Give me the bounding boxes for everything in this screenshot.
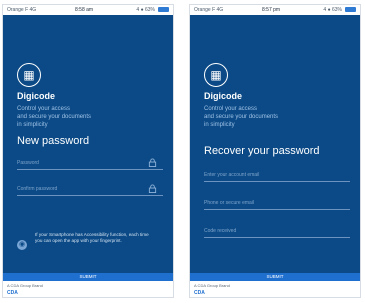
- secure-contact-field[interactable]: Phone or secure email: [204, 197, 350, 210]
- digicode-logo-icon: ▦: [17, 63, 41, 87]
- phone-screen-new-password: Orange F 4G 8:58 am 4 ● 63% ▦ Digicode C…: [2, 4, 174, 298]
- submit-button[interactable]: SUBMIT: [3, 273, 173, 281]
- app-name: Digicode: [204, 91, 243, 101]
- lock-icon: [148, 158, 157, 167]
- secure-contact-placeholder: Phone or secure email: [204, 200, 255, 206]
- confirm-password-field[interactable]: Confirm password: [17, 183, 163, 196]
- status-bar: Orange F 4G 8:57 pm 4 ● 63%: [190, 5, 360, 15]
- password-field[interactable]: Password: [17, 157, 163, 170]
- app-name: Digicode: [17, 91, 56, 101]
- cda-logo: CDA: [194, 290, 205, 296]
- tagline: Control your access and secure your docu…: [204, 106, 279, 128]
- status-bar: Orange F 4G 8:58 am 4 ● 63%: [3, 5, 173, 15]
- battery-label: 4 ● 63%: [136, 7, 155, 13]
- email-placeholder: Enter your account email: [204, 172, 260, 178]
- footer-group-label: A CDA Group Brand: [7, 283, 43, 288]
- clock: 8:58 am: [75, 7, 94, 13]
- footer-group-label: A CDA Group Brand: [194, 283, 230, 288]
- battery-icon: [158, 7, 169, 12]
- phone-screen-recover-password: Orange F 4G 8:57 pm 4 ● 63% ▦ Digicode C…: [189, 4, 361, 298]
- carrier-label: Orange F 4G: [194, 7, 224, 13]
- carrier-label: Orange F 4G: [7, 7, 37, 13]
- tagline: Control your access and secure your docu…: [17, 106, 92, 128]
- fingerprint-icon: ◉: [17, 240, 27, 250]
- lock-icon: [148, 184, 157, 193]
- confirm-password-placeholder: Confirm password: [17, 186, 58, 192]
- password-placeholder: Password: [17, 160, 39, 166]
- digicode-logo-icon: ▦: [204, 63, 228, 87]
- battery-label: 4 ● 63%: [323, 7, 342, 13]
- page-title: New password: [17, 135, 90, 147]
- clock: 8:57 pm: [262, 7, 281, 13]
- footer: A CDA Group Brand CDA: [3, 281, 173, 297]
- battery-icon: [345, 7, 356, 12]
- fingerprint-info-text: If your Smartphone has Accessibility fun…: [35, 232, 149, 243]
- code-placeholder: Code received: [204, 228, 237, 234]
- page-title: Recover your password: [204, 145, 320, 157]
- submit-button[interactable]: SUBMIT: [190, 273, 360, 281]
- cda-logo: CDA: [7, 290, 18, 296]
- email-field[interactable]: Enter your account email: [204, 169, 350, 182]
- fingerprint-info: ◉ If your Smartphone has Accessibility f…: [17, 232, 163, 262]
- code-field[interactable]: Code received: [204, 225, 350, 238]
- footer: A CDA Group Brand CDA: [190, 281, 360, 297]
